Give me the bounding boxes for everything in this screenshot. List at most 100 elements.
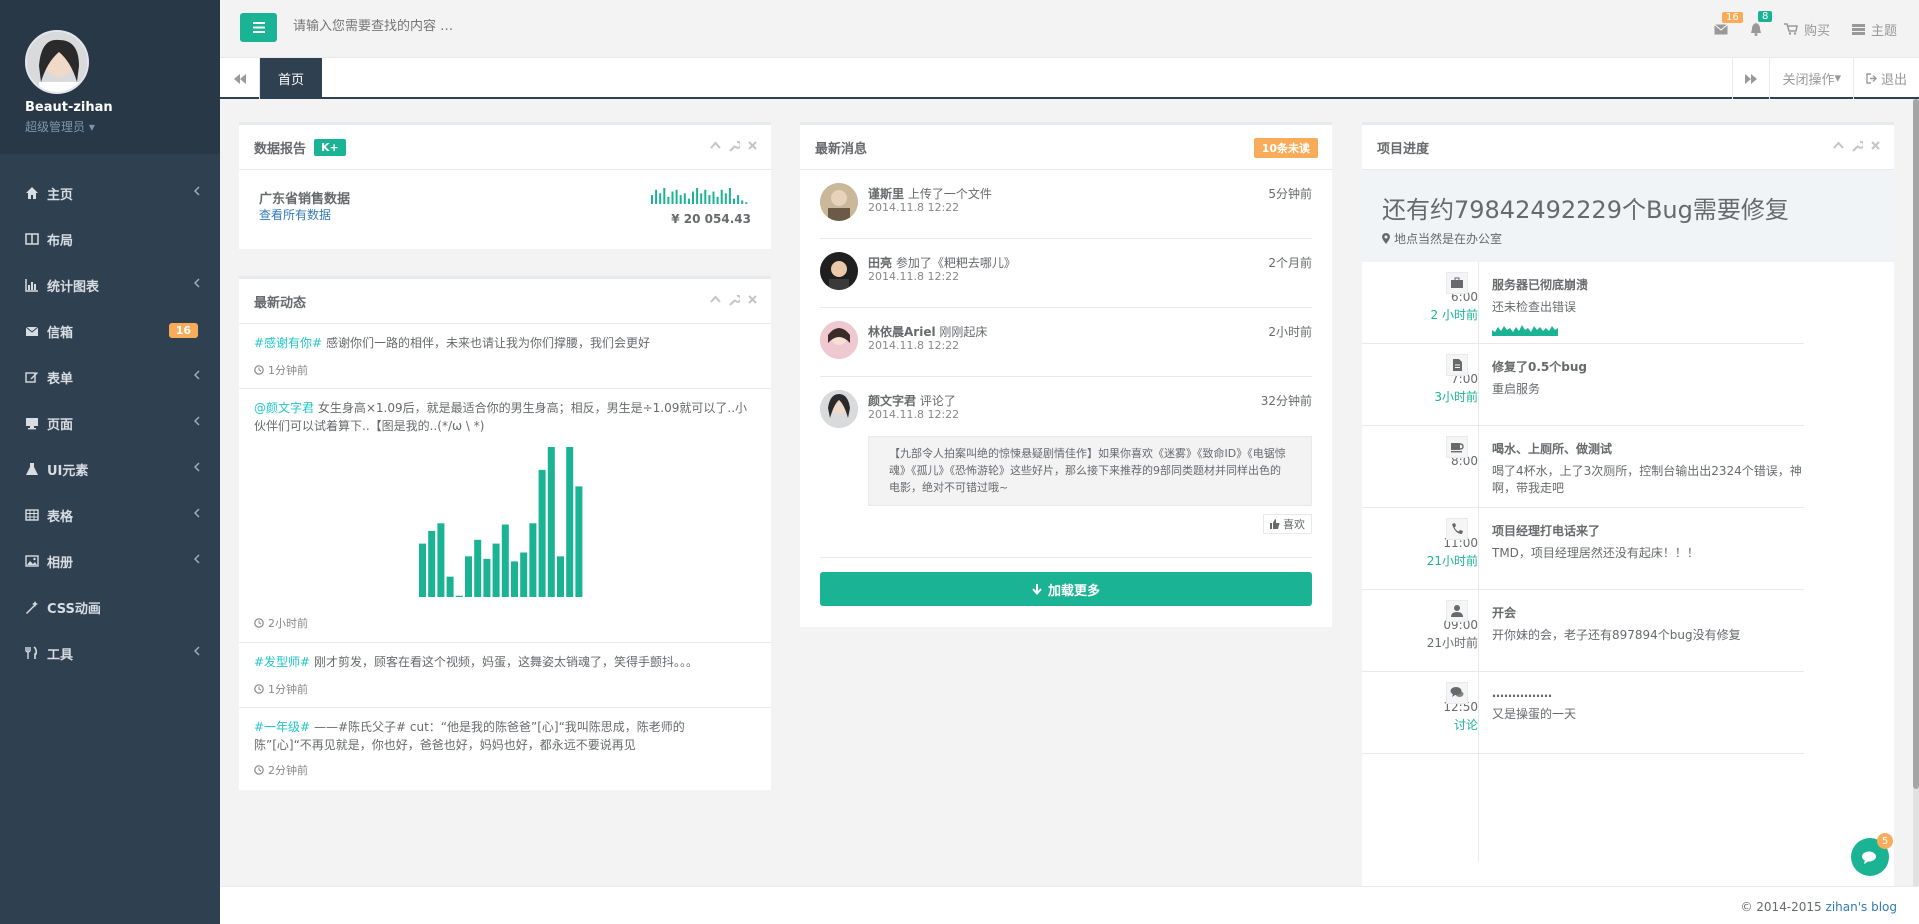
blog-link[interactable]: zihan's blog (1826, 900, 1897, 914)
chat-badge: 5 (1877, 833, 1893, 849)
unread-badge: 10条未读 (1253, 138, 1318, 158)
feed-item: #感谢有你# 感谢你们一路的相伴，未来也请让我为你们撑腰，我们会更好 1分钟前 (239, 324, 771, 389)
briefcase-icon (1446, 272, 1468, 294)
feed-tag[interactable]: #一年级# (254, 720, 310, 734)
messages-title: 最新消息 (815, 141, 868, 157)
close-icon[interactable] (748, 295, 757, 306)
feed-chart-bar (492, 543, 500, 597)
like-button[interactable]: 喜欢 (1263, 514, 1312, 534)
chat-button[interactable]: 5 (1851, 833, 1893, 876)
sidebar-item-label: 主页 (47, 187, 74, 203)
sidebar: Beaut-zihan 超级管理员 ▾ 主页布局 统计图表 信箱 16 表单 页面 UI元素… (0, 0, 220, 924)
sparkline-bar (724, 193, 727, 204)
feed-body: 刚才剪发，顾客在看这个视频，妈蛋，这舞姿太销魂了，笑得手颤抖。。。 (310, 655, 698, 669)
timeline-title: 项目经理打电话来了 (1492, 524, 1601, 538)
timeline-title: …………… (1492, 686, 1552, 700)
timeline-sparkline (1492, 325, 1558, 336)
close-ops-dropdown[interactable]: 关闭操作 ▾ (1769, 58, 1853, 99)
tab-home[interactable]: 首页 (260, 58, 323, 99)
close-icon[interactable] (1871, 141, 1880, 152)
message-item[interactable]: 田亮 参加了《粑粑去哪儿》 2个月前 2014.11.8 12:22 (820, 252, 1312, 308)
feed-time: 2小时前 (254, 615, 308, 631)
view-all-data-link[interactable]: 查看所有数据 (259, 206, 331, 223)
data-report-badge: K+ (314, 138, 346, 156)
timeline-ago: 讨论 (1453, 718, 1478, 732)
message-avatar[interactable] (820, 252, 858, 290)
avatar[interactable] (25, 30, 89, 94)
arrow-down-icon (1032, 583, 1042, 595)
theme-link[interactable]: 主题 (1851, 20, 1897, 39)
comments-icon (1862, 851, 1876, 864)
chevron-left-icon (194, 508, 200, 518)
user-role-dropdown[interactable]: 超级管理员 ▾ (25, 118, 95, 135)
message-avatar[interactable] (820, 183, 858, 221)
sidebar-item-10[interactable]: CSS动画 (0, 584, 220, 630)
panel-tools (1833, 141, 1880, 152)
sidebar-item-6[interactable]: 页面 (0, 400, 220, 446)
chevron-up-icon[interactable] (1833, 141, 1844, 152)
sidebar-item-9[interactable]: 相册 (0, 538, 220, 584)
chevron-up-icon[interactable] (710, 141, 721, 152)
feed-tag[interactable]: #发型师# (254, 655, 310, 669)
message-avatar[interactable] (820, 321, 858, 359)
timeline-text: TMD，项目经理居然还没有起床！！！ (1492, 546, 1699, 560)
like-label: 喜欢 (1283, 518, 1305, 531)
timeline-title: 喝水、上厕所、做测试 (1492, 442, 1613, 456)
sidebar-item-2[interactable]: 布局 (0, 216, 220, 262)
tab-scroll-right-button[interactable] (1732, 58, 1769, 99)
message-item[interactable]: 谨斯里 上传了一个文件 5分钟前 2014.11.8 12:22 (820, 183, 1312, 239)
progress-title: 项目进度 (1377, 141, 1430, 157)
chevron-left-icon (194, 554, 200, 564)
mail-link[interactable]: 16 (1714, 11, 1743, 35)
chevron-up-icon[interactable] (710, 295, 721, 306)
message-avatar[interactable] (820, 390, 858, 428)
feed-panel: 最新动态 #感谢有你# 感谢你们一路的相伴，未来也请让我为你们撑腰，我们会更好 … (239, 276, 771, 790)
feed-time-text: 2分钟前 (268, 764, 308, 777)
timeline-content: 喝水、上厕所、做测试 喝了4杯水，上了3次厕所，控制台输出出2324个错误，神啊，… (1492, 436, 1804, 497)
sidebar-item-7[interactable]: UI元素 (0, 446, 220, 492)
search-input[interactable] (293, 19, 693, 34)
menu-toggle-button[interactable] (240, 13, 277, 42)
coffee-icon (1446, 436, 1468, 458)
timeline: 6:00 2 小时前 服务器已彻底崩溃 还未检查出错误 7:00 3小时前 修复了0.5个b… (1362, 262, 1894, 862)
timeline-item: 6:00 2 小时前 服务器已彻底崩溃 还未检查出错误 (1362, 262, 1804, 344)
page-scrollbar[interactable] (1913, 99, 1919, 886)
sidebar-item-1[interactable]: 主页 (0, 170, 220, 216)
tab-scroll-left-button[interactable] (220, 58, 260, 99)
progress-panel: 项目进度 还有约79842492229个Bug需要修复 地点当然是在办公室 6:… (1362, 122, 1894, 886)
sidebar-item-8[interactable]: 表格 (0, 492, 220, 538)
chevron-left-icon (194, 278, 200, 288)
scrollbar-thumb[interactable] (1913, 99, 1919, 789)
user-name: Beaut-zihan (25, 100, 113, 115)
thumbs-up-icon (1270, 519, 1280, 529)
wrench-icon[interactable] (729, 141, 740, 152)
feed-tag[interactable]: @颜文字君 (254, 401, 314, 415)
sidebar-item-5[interactable]: 表单 (0, 354, 220, 400)
feed-chart-bar (501, 524, 509, 597)
chevron-left-icon (194, 646, 200, 656)
buy-label: 购买 (1803, 23, 1830, 39)
close-icon[interactable] (748, 141, 757, 152)
sidebar-item-11[interactable]: 工具 (0, 630, 220, 676)
message-author[interactable]: 田亮 (868, 256, 892, 270)
feed-tag[interactable]: #感谢有你# (254, 336, 322, 350)
sidebar-item-4[interactable]: 信箱 16 (0, 308, 220, 354)
data-report-title: 数据报告 (254, 141, 307, 157)
caret-down-icon: ▾ (88, 120, 95, 134)
load-more-button[interactable]: 加载更多 (820, 572, 1312, 606)
buy-link[interactable]: 购买 (1783, 20, 1830, 39)
feed-chart-bar (437, 523, 445, 597)
message-author[interactable]: 林依晨Ariel (868, 325, 936, 339)
sidebar-item-3[interactable]: 统计图表 (0, 262, 220, 308)
message-author[interactable]: 颜文字君 (868, 394, 916, 408)
wrench-icon[interactable] (729, 295, 740, 306)
notification-link[interactable]: 8 (1750, 10, 1773, 36)
location-text: 地点当然是在办公室 (1382, 230, 1502, 247)
message-item[interactable]: 颜文字君 评论了 32分钟前 2014.11.8 12:22 【九部令人拍案叫绝… (820, 390, 1312, 558)
logout-button[interactable]: 退出 (1852, 58, 1919, 99)
feed-time-text: 2小时前 (268, 617, 308, 630)
message-item[interactable]: 林依晨Ariel 刚刚起床 2小时前 2014.11.8 12:22 (820, 321, 1312, 377)
backward-icon (233, 73, 246, 84)
wrench-icon[interactable] (1852, 141, 1863, 152)
message-author[interactable]: 谨斯里 (868, 187, 904, 201)
